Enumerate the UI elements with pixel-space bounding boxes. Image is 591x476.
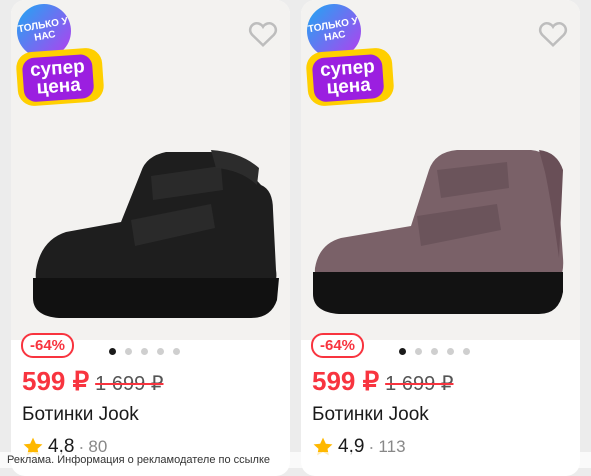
product-card[interactable]: ТОЛЬКО У НАС супер цена -64% 599 ₽ 1 699… [301, 0, 580, 476]
super-price-line2: цена [325, 74, 372, 99]
price-row: 599 ₽ 1 699 ₽ [312, 366, 454, 397]
image-pagination[interactable] [109, 348, 180, 355]
super-price-badge: супер цена [305, 47, 395, 107]
old-price: 1 699 ₽ [95, 373, 164, 395]
super-price-line2: цена [35, 74, 82, 99]
super-price-badge: супер цена [15, 47, 105, 107]
pagination-dot[interactable] [157, 348, 164, 355]
pagination-dot[interactable] [399, 348, 406, 355]
ad-notice-text[interactable]: Реклама. Информация о рекламодателе по с… [7, 454, 270, 466]
ad-notice-bar[interactable]: Реклама. Информация о рекламодателе по с… [0, 452, 591, 468]
current-price: 599 ₽ [312, 366, 380, 396]
pagination-dot[interactable] [463, 348, 470, 355]
pagination-dot[interactable] [125, 348, 132, 355]
heart-icon[interactable] [248, 20, 278, 48]
image-pagination[interactable] [399, 348, 470, 355]
product-card[interactable]: ТОЛЬКО У НАС супер цена -64% 599 ₽ 1 699… [11, 0, 290, 476]
product-photo[interactable]: ТОЛЬКО У НАС супер цена [301, 0, 580, 340]
heart-icon[interactable] [538, 20, 568, 48]
product-title[interactable]: Ботинки Jook [22, 404, 139, 426]
old-price: 1 699 ₽ [385, 373, 454, 395]
product-title[interactable]: Ботинки Jook [312, 404, 429, 426]
pagination-dot[interactable] [447, 348, 454, 355]
pagination-dot[interactable] [109, 348, 116, 355]
price-row: 599 ₽ 1 699 ₽ [22, 366, 164, 397]
pagination-dot[interactable] [415, 348, 422, 355]
pagination-dot[interactable] [173, 348, 180, 355]
discount-badge: -64% [311, 333, 365, 358]
pagination-dot[interactable] [141, 348, 148, 355]
pagination-dot[interactable] [431, 348, 438, 355]
discount-badge: -64% [21, 333, 75, 358]
current-price: 599 ₽ [22, 366, 90, 396]
product-photo[interactable]: ТОЛЬКО У НАС супер цена [11, 0, 290, 340]
